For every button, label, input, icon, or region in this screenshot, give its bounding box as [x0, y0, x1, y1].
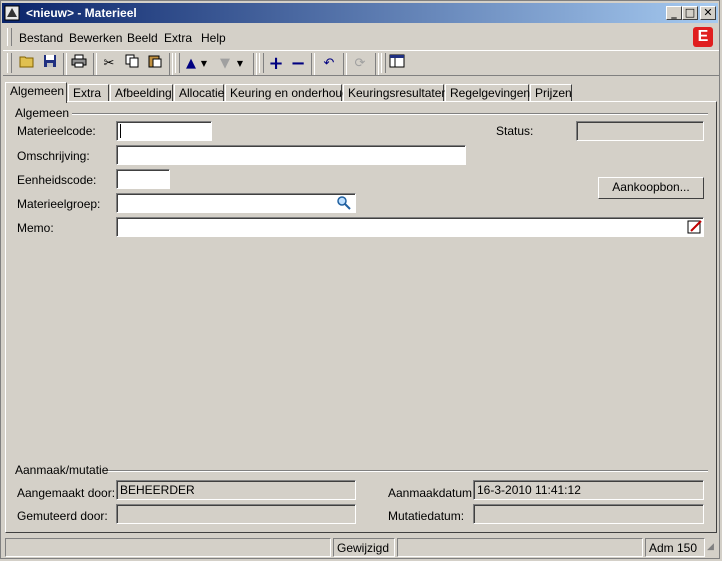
status-pane-main — [5, 538, 331, 557]
menu-bestand[interactable]: Bestand — [19, 31, 63, 45]
close-button[interactable]: ✕ — [700, 6, 716, 20]
save-icon[interactable] — [40, 54, 60, 74]
minimize-button[interactable]: _ — [666, 6, 682, 20]
aangemaakt-door-value: BEHEERDER — [120, 483, 195, 497]
eenheidscode-input[interactable] — [116, 169, 170, 189]
tab-keuring-en-onderhoud[interactable]: Keuring en onderhoud — [225, 84, 349, 102]
tab-afbeelding[interactable]: Afbeelding — [110, 84, 173, 102]
toolbar-grip[interactable] — [259, 53, 264, 73]
menubar-grip[interactable] — [7, 28, 12, 46]
add-icon[interactable]: + — [266, 54, 286, 74]
materieelcode-input[interactable] — [116, 121, 212, 141]
omschrijving-label: Omschrijving: — [17, 149, 90, 163]
toolbar-grip[interactable] — [175, 53, 180, 73]
tab-panel-algemeen: Algemeen Materieelcode: Status: Omschrij… — [5, 101, 717, 533]
tab-algemeen[interactable]: Algemeen — [5, 82, 67, 103]
aankoopbon-button[interactable]: Aankoopbon... — [598, 177, 704, 199]
menu-beeld[interactable]: Beeld — [127, 31, 158, 45]
text-caret — [120, 124, 121, 138]
remove-icon[interactable]: − — [288, 54, 308, 74]
menu-help[interactable]: Help — [201, 31, 226, 45]
print-icon[interactable] — [69, 54, 89, 74]
section-divider — [108, 470, 708, 472]
status-bar: Gewijzigd Adm 150 ◢ — [5, 538, 719, 558]
undo-icon[interactable]: ↶ — [319, 54, 339, 74]
tab-prijzen[interactable]: Prijzen — [530, 84, 572, 102]
tab-regelgevingen[interactable]: Regelgevingen — [445, 84, 530, 102]
maximize-button[interactable]: □ — [682, 6, 698, 20]
aangemaakt-door-field: BEHEERDER — [116, 480, 356, 500]
application-window: <nieuw> - Materieel _ □ ✕ Bestand Bewerk… — [0, 0, 720, 559]
app-icon[interactable] — [4, 5, 20, 21]
mutatiedatum-field — [473, 504, 704, 524]
search-icon[interactable] — [336, 195, 352, 211]
section-title-algemeen: Algemeen — [15, 106, 70, 120]
edit-memo-icon[interactable] — [687, 219, 703, 235]
status-pane-empty — [397, 538, 643, 557]
menu-bar: Bestand Bewerken Beeld Extra Help — [3, 26, 719, 48]
tab-keuringsresultaten[interactable]: Keuringsresultaten — [343, 84, 448, 102]
materieelgroep-label: Materieelgroep: — [17, 197, 101, 211]
aanmaakdatum-value: 16-3-2010 11:41:12 — [477, 483, 581, 497]
status-pane-administration: Adm 150 — [645, 538, 705, 557]
copy-icon[interactable] — [122, 54, 142, 74]
omschrijving-input[interactable] — [116, 145, 466, 165]
toolbar-grip[interactable] — [7, 53, 12, 73]
resize-grip-icon[interactable]: ◢ — [707, 542, 719, 556]
memo-label: Memo: — [17, 221, 54, 235]
section-divider — [72, 113, 708, 115]
materieelcode-label: Materieelcode: — [17, 124, 96, 138]
title-bar[interactable]: <nieuw> - Materieel _ □ ✕ — [2, 3, 718, 23]
menu-bewerken[interactable]: Bewerken — [69, 31, 122, 45]
aanmaakdatum-label: Aanmaakdatum: — [388, 486, 476, 500]
open-folder-icon[interactable] — [17, 54, 37, 74]
chevron-down-icon[interactable]: ▼ — [234, 54, 246, 74]
layout-icon[interactable] — [387, 54, 407, 74]
refresh-icon[interactable]: ⟳ — [350, 54, 370, 74]
brand-logo: E — [693, 27, 713, 47]
window-title: <nieuw> - Materieel — [26, 6, 137, 20]
gemuteerd-door-field — [116, 504, 356, 524]
tab-allocatie[interactable]: Allocatie — [174, 84, 224, 102]
status-field — [576, 121, 704, 141]
toolbar: ✂ ▲ ▼ ▼ ▼ + − ↶ ⟳ — [3, 50, 719, 76]
cut-icon[interactable]: ✂ — [99, 54, 119, 74]
toolbar-separator — [93, 53, 97, 75]
arrow-down-icon[interactable]: ▼ — [215, 54, 235, 74]
aangemaakt-door-label: Aangemaakt door: — [17, 486, 116, 500]
status-pane-modified: Gewijzigd — [333, 538, 395, 557]
paste-icon[interactable] — [145, 54, 165, 74]
chevron-down-icon[interactable]: ▼ — [198, 54, 210, 74]
eenheidscode-label: Eenheidscode: — [17, 173, 97, 187]
toolbar-separator — [311, 53, 315, 75]
tab-extra[interactable]: Extra — [68, 84, 109, 102]
toolbar-separator — [63, 53, 67, 75]
status-label: Status: — [496, 124, 534, 138]
toolbar-grip[interactable] — [381, 53, 386, 73]
toolbar-separator — [375, 53, 379, 75]
materieelgroep-input[interactable] — [116, 193, 356, 213]
toolbar-separator — [169, 53, 173, 75]
toolbar-separator — [343, 53, 347, 75]
toolbar-separator — [253, 53, 257, 75]
menu-extra[interactable]: Extra — [164, 31, 192, 45]
gemuteerd-door-label: Gemuteerd door: — [17, 509, 108, 523]
memo-input[interactable] — [116, 217, 704, 237]
mutatiedatum-label: Mutatiedatum: — [388, 509, 465, 523]
aanmaakdatum-field: 16-3-2010 11:41:12 — [473, 480, 704, 500]
section-title-aanmaak-mutatie: Aanmaak/mutatie — [15, 463, 109, 477]
